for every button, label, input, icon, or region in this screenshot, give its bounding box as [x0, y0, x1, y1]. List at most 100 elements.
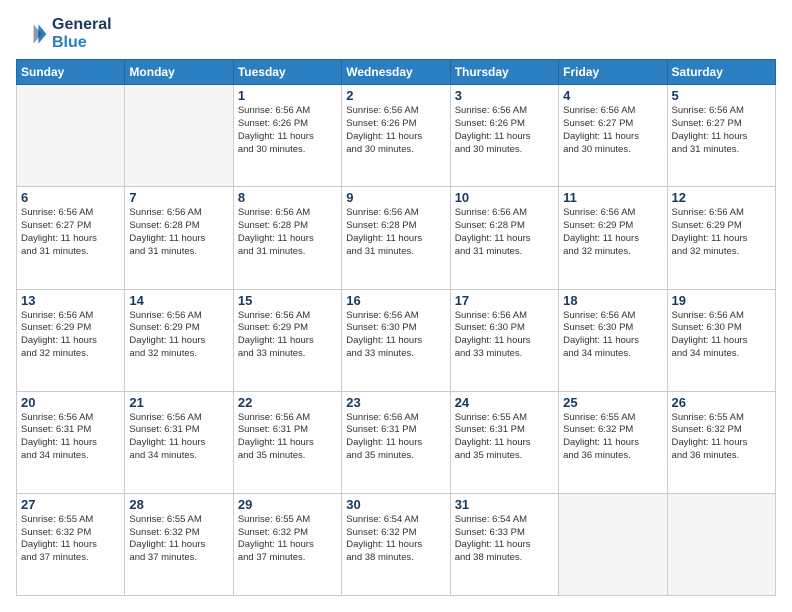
day-number: 27 — [21, 497, 120, 512]
calendar-table: SundayMondayTuesdayWednesdayThursdayFrid… — [16, 59, 776, 596]
day-info: Sunrise: 6:55 AM Sunset: 6:32 PM Dayligh… — [563, 412, 662, 463]
day-number: 13 — [21, 293, 120, 308]
day-cell: 27 Sunrise: 6:55 AM Sunset: 6:32 PM Dayli… — [17, 493, 125, 595]
day-cell: 18Sunrise: 6:56 AM Sunset: 6:30 PM Dayli… — [559, 289, 667, 391]
day-cell: 8 Sunrise: 6:56 AM Sunset: 6:28 PM Daylig… — [233, 187, 341, 289]
day-number: 23 — [346, 395, 445, 410]
day-cell: 25 Sunrise: 6:55 AM Sunset: 6:32 PM Dayli… — [559, 391, 667, 493]
page: General Blue SundayMondayTuesdayWednesda… — [0, 0, 792, 612]
day-cell: 9 Sunrise: 6:56 AM Sunset: 6:28 PM Daylig… — [342, 187, 450, 289]
day-cell: 15Sunrise: 6:56 AM Sunset: 6:29 PM Dayli… — [233, 289, 341, 391]
column-header-monday: Monday — [125, 60, 233, 85]
week-row-4: 20 Sunrise: 6:56 AM Sunset: 6:31 PM Dayli… — [17, 391, 776, 493]
day-info: Sunrise: 6:55 AM Sunset: 6:31 PM Dayligh… — [455, 412, 554, 463]
day-number: 19 — [672, 293, 771, 308]
day-number: 12 — [672, 190, 771, 205]
day-number: 7 — [129, 190, 228, 205]
column-header-friday: Friday — [559, 60, 667, 85]
week-row-2: 6 Sunrise: 6:56 AM Sunset: 6:27 PM Daylig… — [17, 187, 776, 289]
column-header-saturday: Saturday — [667, 60, 775, 85]
day-info: Sunrise: 6:56 AM Sunset: 6:26 PM Dayligh… — [455, 105, 554, 156]
day-cell — [125, 85, 233, 187]
day-info: Sunrise: 6:56 AM Sunset: 6:26 PM Dayligh… — [238, 105, 337, 156]
day-cell — [17, 85, 125, 187]
week-row-5: 27 Sunrise: 6:55 AM Sunset: 6:32 PM Dayli… — [17, 493, 776, 595]
day-cell: 3 Sunrise: 6:56 AM Sunset: 6:26 PM Daylig… — [450, 85, 558, 187]
day-info: Sunrise: 6:56 AM Sunset: 6:28 PM Dayligh… — [238, 207, 337, 258]
day-number: 25 — [563, 395, 662, 410]
day-cell: 31 Sunrise: 6:54 AM Sunset: 6:33 PM Dayli… — [450, 493, 558, 595]
day-info: Sunrise: 6:56 AM Sunset: 6:30 PM Dayligh… — [672, 310, 771, 361]
day-cell: 20 Sunrise: 6:56 AM Sunset: 6:31 PM Dayli… — [17, 391, 125, 493]
day-cell: 4Sunrise: 6:56 AM Sunset: 6:27 PM Daylig… — [559, 85, 667, 187]
logo-text: General Blue — [52, 16, 112, 51]
day-number: 16 — [346, 293, 445, 308]
day-info: Sunrise: 6:56 AM Sunset: 6:26 PM Dayligh… — [346, 105, 445, 156]
day-info: Sunrise: 6:55 AM Sunset: 6:32 PM Dayligh… — [238, 514, 337, 565]
day-number: 30 — [346, 497, 445, 512]
day-cell: 22 Sunrise: 6:56 AM Sunset: 6:31 PM Dayli… — [233, 391, 341, 493]
day-cell: 30 Sunrise: 6:54 AM Sunset: 6:32 PM Dayli… — [342, 493, 450, 595]
day-number: 20 — [21, 395, 120, 410]
week-row-1: 1 Sunrise: 6:56 AM Sunset: 6:26 PM Daylig… — [17, 85, 776, 187]
day-cell: 5 Sunrise: 6:56 AM Sunset: 6:27 PM Daylig… — [667, 85, 775, 187]
day-info: Sunrise: 6:56 AM Sunset: 6:29 PM Dayligh… — [563, 207, 662, 258]
day-cell: 16Sunrise: 6:56 AM Sunset: 6:30 PM Dayli… — [342, 289, 450, 391]
day-info: Sunrise: 6:56 AM Sunset: 6:27 PM Dayligh… — [672, 105, 771, 156]
day-cell: 14 Sunrise: 6:56 AM Sunset: 6:29 PM Dayli… — [125, 289, 233, 391]
day-info: Sunrise: 6:56 AM Sunset: 6:29 PM Dayligh… — [129, 310, 228, 361]
day-number: 9 — [346, 190, 445, 205]
day-cell: 28Sunrise: 6:55 AM Sunset: 6:32 PM Dayli… — [125, 493, 233, 595]
day-number: 28 — [129, 497, 228, 512]
day-info: Sunrise: 6:56 AM Sunset: 6:29 PM Dayligh… — [672, 207, 771, 258]
day-number: 18 — [563, 293, 662, 308]
day-info: Sunrise: 6:56 AM Sunset: 6:31 PM Dayligh… — [129, 412, 228, 463]
day-number: 17 — [455, 293, 554, 308]
day-info: Sunrise: 6:54 AM Sunset: 6:32 PM Dayligh… — [346, 514, 445, 565]
day-info: Sunrise: 6:56 AM Sunset: 6:31 PM Dayligh… — [238, 412, 337, 463]
day-number: 14 — [129, 293, 228, 308]
day-cell: 24 Sunrise: 6:55 AM Sunset: 6:31 PM Dayli… — [450, 391, 558, 493]
day-number: 10 — [455, 190, 554, 205]
day-info: Sunrise: 6:56 AM Sunset: 6:28 PM Dayligh… — [346, 207, 445, 258]
day-info: Sunrise: 6:56 AM Sunset: 6:31 PM Dayligh… — [346, 412, 445, 463]
day-number: 11 — [563, 190, 662, 205]
day-number: 31 — [455, 497, 554, 512]
day-info: Sunrise: 6:56 AM Sunset: 6:27 PM Dayligh… — [21, 207, 120, 258]
day-cell: 10Sunrise: 6:56 AM Sunset: 6:28 PM Dayli… — [450, 187, 558, 289]
day-number: 29 — [238, 497, 337, 512]
day-number: 3 — [455, 88, 554, 103]
day-number: 8 — [238, 190, 337, 205]
day-cell: 29 Sunrise: 6:55 AM Sunset: 6:32 PM Dayli… — [233, 493, 341, 595]
day-info: Sunrise: 6:55 AM Sunset: 6:32 PM Dayligh… — [672, 412, 771, 463]
header: General Blue — [16, 16, 776, 51]
day-info: Sunrise: 6:55 AM Sunset: 6:32 PM Dayligh… — [21, 514, 120, 565]
day-cell: 17 Sunrise: 6:56 AM Sunset: 6:30 PM Dayli… — [450, 289, 558, 391]
day-number: 24 — [455, 395, 554, 410]
logo-icon — [16, 18, 48, 50]
day-cell: 1 Sunrise: 6:56 AM Sunset: 6:26 PM Daylig… — [233, 85, 341, 187]
day-cell: 12 Sunrise: 6:56 AM Sunset: 6:29 PM Dayli… — [667, 187, 775, 289]
day-info: Sunrise: 6:56 AM Sunset: 6:27 PM Dayligh… — [563, 105, 662, 156]
day-info: Sunrise: 6:56 AM Sunset: 6:31 PM Dayligh… — [21, 412, 120, 463]
day-cell: 2 Sunrise: 6:56 AM Sunset: 6:26 PM Daylig… — [342, 85, 450, 187]
day-number: 26 — [672, 395, 771, 410]
logo: General Blue — [16, 16, 112, 51]
day-number: 2 — [346, 88, 445, 103]
day-cell — [559, 493, 667, 595]
day-number: 6 — [21, 190, 120, 205]
day-info: Sunrise: 6:56 AM Sunset: 6:30 PM Dayligh… — [455, 310, 554, 361]
column-header-thursday: Thursday — [450, 60, 558, 85]
day-number: 5 — [672, 88, 771, 103]
day-number: 1 — [238, 88, 337, 103]
day-number: 15 — [238, 293, 337, 308]
day-number: 22 — [238, 395, 337, 410]
day-cell: 6 Sunrise: 6:56 AM Sunset: 6:27 PM Daylig… — [17, 187, 125, 289]
calendar-header-row: SundayMondayTuesdayWednesdayThursdayFrid… — [17, 60, 776, 85]
day-cell: 13Sunrise: 6:56 AM Sunset: 6:29 PM Dayli… — [17, 289, 125, 391]
day-cell: 26 Sunrise: 6:55 AM Sunset: 6:32 PM Dayli… — [667, 391, 775, 493]
day-info: Sunrise: 6:56 AM Sunset: 6:28 PM Dayligh… — [129, 207, 228, 258]
column-header-tuesday: Tuesday — [233, 60, 341, 85]
week-row-3: 13 Sunrise: 6:56 AM Sunset: 6:29 PM Dayli… — [17, 289, 776, 391]
day-info: Sunrise: 6:54 AM Sunset: 6:33 PM Dayligh… — [455, 514, 554, 565]
